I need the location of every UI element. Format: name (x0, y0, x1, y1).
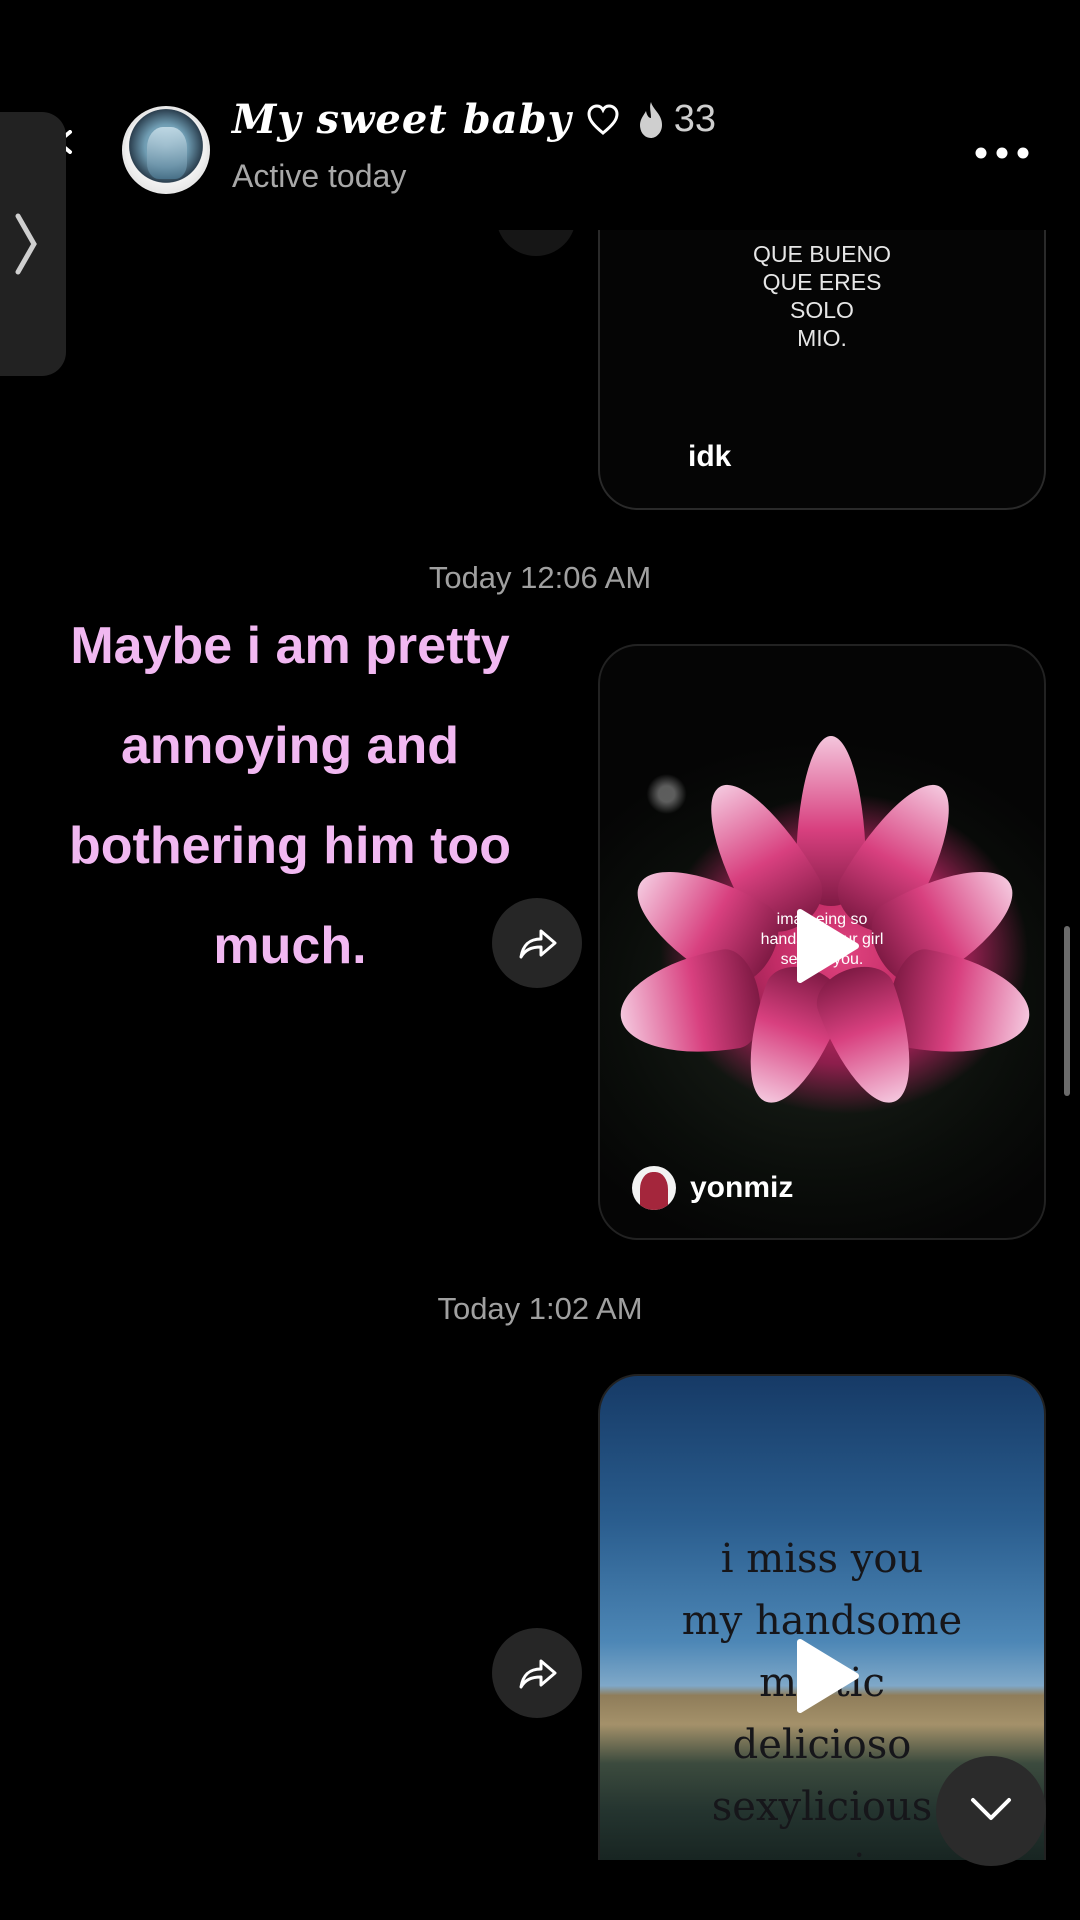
chat-title[interactable]: My sweet baby (232, 96, 572, 143)
play-icon[interactable] (794, 908, 860, 984)
title-row[interactable]: My sweet baby 33 (232, 96, 716, 143)
video-caption: idk (688, 440, 732, 473)
play-icon[interactable] (794, 1638, 860, 1714)
message-timestamp: Today 12:06 AM (428, 560, 652, 595)
overlay-caption: Maybe i am pretty annoying and bothering… (69, 617, 511, 975)
activity-status: Active today (232, 158, 407, 194)
streak-badge: 33 (634, 98, 716, 141)
contact-avatar[interactable] (122, 106, 210, 194)
author-avatar (632, 1166, 676, 1210)
more-options-icon[interactable] (974, 146, 1030, 160)
streak-count: 33 (673, 98, 717, 140)
share-arrow-icon (519, 1659, 557, 1689)
chat-header: My sweet baby 33 Active today (0, 0, 1080, 230)
video-text: QUE BUENO QUE ERES SOLO MIO. (752, 241, 892, 351)
share-button[interactable] (492, 1628, 582, 1718)
heart-icon (587, 103, 619, 135)
message-timestamp: Today 1:02 AM (437, 1291, 643, 1326)
shared-video-message[interactable]: imag eing so handson your girl sent to y… (598, 644, 1046, 1240)
video-author[interactable]: yonmiz (632, 1166, 793, 1210)
side-panel-handle[interactable] (0, 112, 66, 376)
chevron-right-icon (15, 213, 37, 275)
flame-icon (639, 101, 662, 138)
author-name: yonmiz (690, 1171, 794, 1204)
scrollbar[interactable] (1064, 926, 1070, 1096)
shared-video-message[interactable]: i miss you my handsome ma tic delicioso … (598, 1374, 1046, 1860)
